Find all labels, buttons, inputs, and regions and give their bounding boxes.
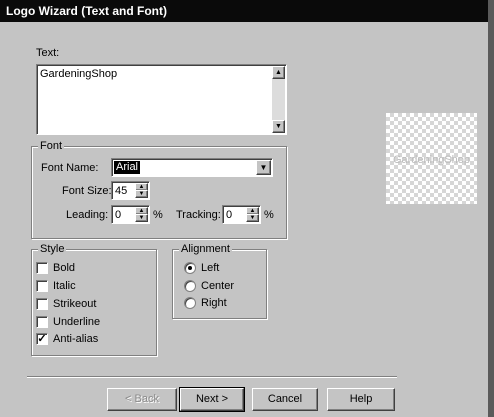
leading-value: 0: [115, 209, 122, 221]
next-button[interactable]: Next >: [179, 387, 245, 412]
underline-checkbox[interactable]: [36, 316, 48, 328]
tracking-percent: %: [264, 209, 274, 221]
align-center-radio[interactable]: [184, 280, 196, 292]
alignment-group-title: Alignment: [179, 243, 232, 255]
back-button[interactable]: < Back: [107, 388, 177, 411]
chevron-down-icon[interactable]: ▼: [256, 160, 271, 175]
spin-down-icon[interactable]: ▼: [246, 214, 259, 222]
cancel-button[interactable]: Cancel: [252, 388, 318, 411]
font-group-title: Font: [38, 140, 65, 152]
font-name-label: Font Name:: [41, 162, 99, 174]
window-title: Logo Wizard (Text and Font): [0, 0, 488, 22]
align-left-radio[interactable]: [184, 262, 196, 274]
scroll-up-icon[interactable]: ▲: [272, 66, 285, 79]
text-input-value: GardeningShop: [40, 68, 118, 80]
font-name-dropdown[interactable]: Arial ▼: [111, 158, 273, 177]
text-label: Text:: [36, 47, 60, 59]
font-size-label: Font Size:: [62, 185, 112, 197]
window-frame: [488, 0, 494, 417]
font-size-value: 45: [115, 185, 128, 197]
text-input[interactable]: GardeningShop ▲ ▼: [36, 64, 287, 135]
spin-down-icon[interactable]: ▼: [135, 190, 148, 198]
strikeout-checkbox[interactable]: [36, 298, 48, 310]
font-name-value: Arial: [114, 161, 141, 174]
style-group-title: Style: [38, 243, 67, 255]
italic-label[interactable]: Italic: [53, 280, 76, 292]
italic-checkbox[interactable]: [36, 280, 48, 292]
align-right-label[interactable]: Right: [201, 297, 227, 309]
scroll-down-icon[interactable]: ▼: [272, 120, 285, 133]
tracking-value: 0: [226, 209, 233, 221]
logo-preview: GardeningShop: [386, 113, 477, 204]
leading-spinner[interactable]: 0 ▲ ▼: [111, 205, 150, 224]
spin-down-icon[interactable]: ▼: [135, 214, 148, 222]
strikeout-label[interactable]: Strikeout: [53, 298, 96, 310]
separator: [27, 376, 397, 378]
tracking-label: Tracking:: [176, 209, 221, 221]
tracking-spinner[interactable]: 0 ▲ ▼: [222, 205, 261, 224]
anti-alias-checkbox[interactable]: ✓: [36, 333, 48, 345]
leading-label: Leading:: [66, 209, 109, 221]
text-scrollbar[interactable]: ▲ ▼: [272, 66, 285, 133]
bold-label[interactable]: Bold: [53, 262, 75, 274]
bold-checkbox[interactable]: [36, 262, 48, 274]
leading-percent: %: [153, 209, 163, 221]
underline-label[interactable]: Underline: [53, 316, 100, 328]
help-button[interactable]: Help: [327, 388, 395, 411]
preview-text: GardeningShop: [392, 154, 471, 166]
font-size-spinner[interactable]: 45 ▲ ▼: [111, 181, 150, 200]
anti-alias-label[interactable]: Anti-alias: [53, 333, 98, 345]
align-left-label[interactable]: Left: [201, 262, 219, 274]
checkmark-icon: ✓: [37, 333, 47, 345]
align-right-radio[interactable]: [184, 297, 196, 309]
radio-selected-icon: [188, 266, 192, 270]
align-center-label[interactable]: Center: [201, 280, 234, 292]
